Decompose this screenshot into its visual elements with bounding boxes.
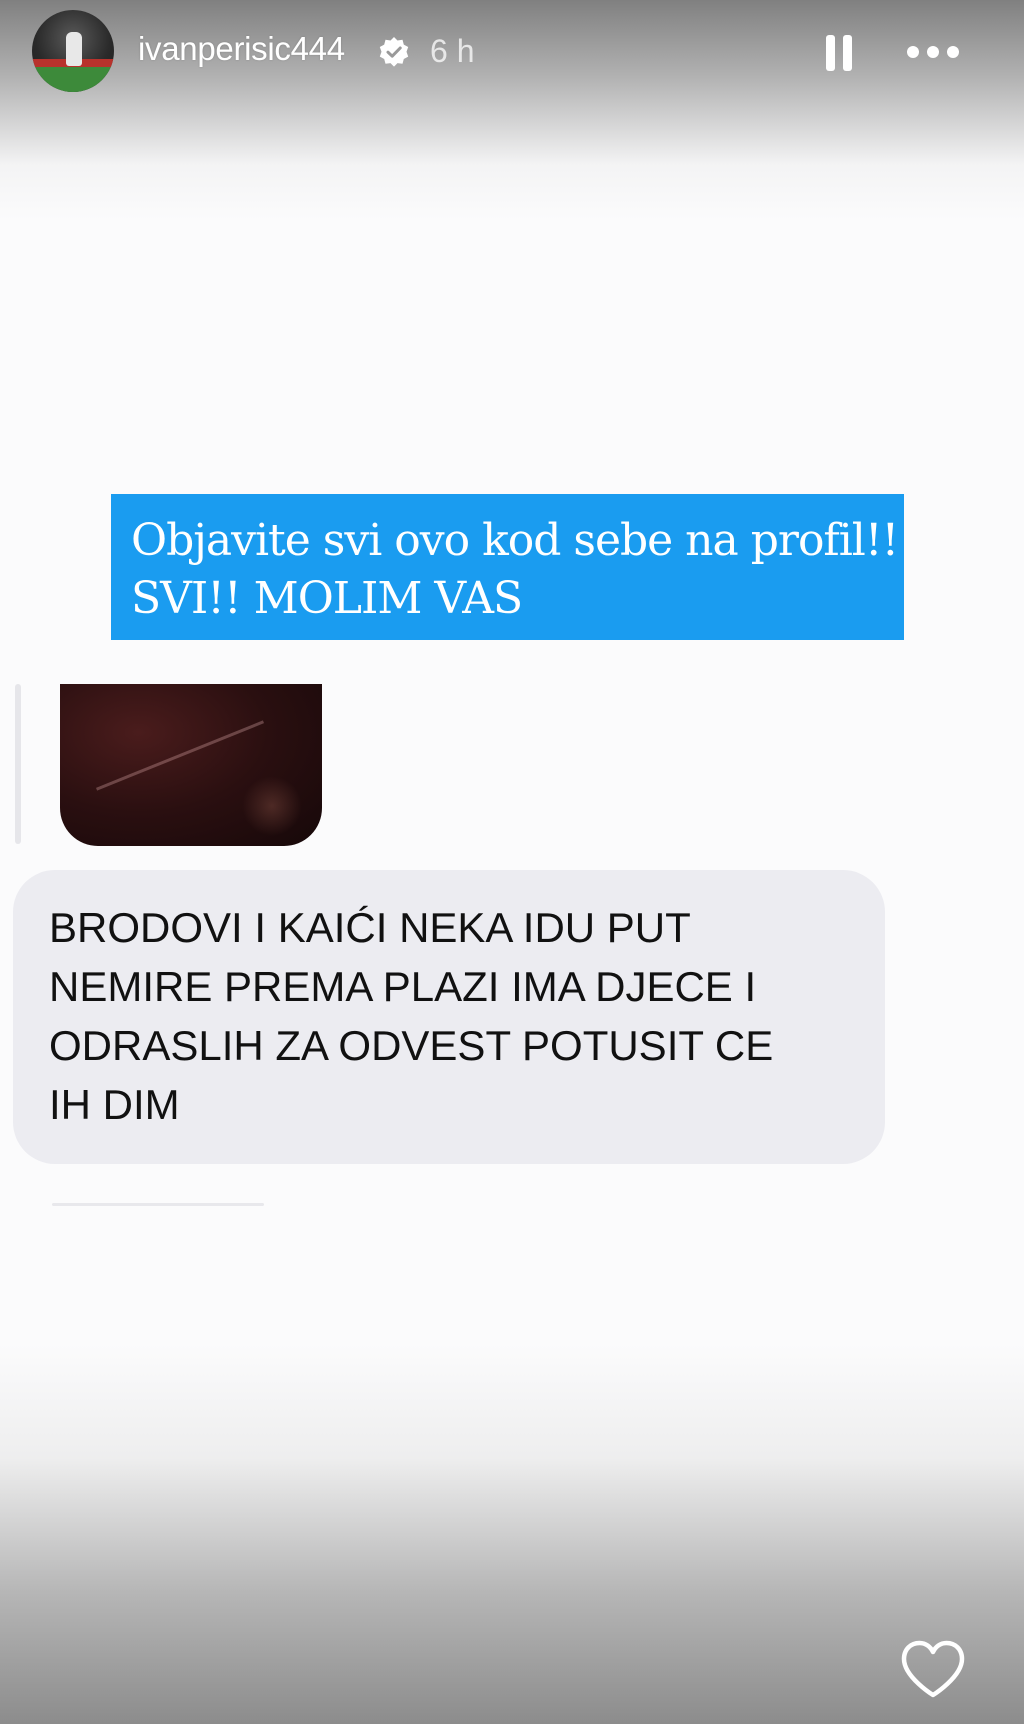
avatar-player — [66, 32, 82, 66]
message-line: IH DIM — [49, 1081, 180, 1128]
photo-glare — [95, 720, 265, 791]
post-time: 6 h — [430, 33, 475, 69]
message-line: ODRASLIH ZA ODVEST POTUSIT CE — [49, 1022, 774, 1069]
caption-line-1: Objavite svi ovo kod sebe na profil!! — [131, 515, 899, 566]
avatar[interactable] — [32, 10, 114, 92]
story-viewer: ivanperisic444 6 h Objavite svi ovo kod … — [0, 0, 1024, 1724]
message-line: NEMIRE PREMA PLAZI IMA DJECE I — [49, 963, 757, 1010]
more-options-icon[interactable] — [904, 38, 962, 66]
story-header: ivanperisic444 6 h — [0, 0, 1024, 110]
shared-photo-thumbnail — [60, 684, 322, 846]
verified-badge-icon — [379, 37, 409, 67]
caption-line-2: SVI!! MOLIM VAS — [131, 573, 523, 624]
heart-icon[interactable] — [900, 1640, 966, 1700]
username[interactable]: ivanperisic444 — [138, 30, 345, 68]
avatar-pitch — [32, 65, 114, 92]
next-message-edge — [52, 1203, 264, 1206]
message-bubble: BRODOVI I KAIĆI NEKA IDU PUT NEMIRE PREM… — [13, 870, 885, 1164]
bottom-gradient-overlay — [0, 1344, 1024, 1724]
message-line: BRODOVI I KAIĆI NEKA IDU PUT — [49, 904, 691, 951]
photo-glow — [242, 776, 302, 836]
pause-icon[interactable] — [824, 33, 854, 73]
story-caption: Objavite svi ovo kod sebe na profil!! SV… — [111, 494, 904, 640]
reply-indicator-line — [15, 684, 21, 844]
